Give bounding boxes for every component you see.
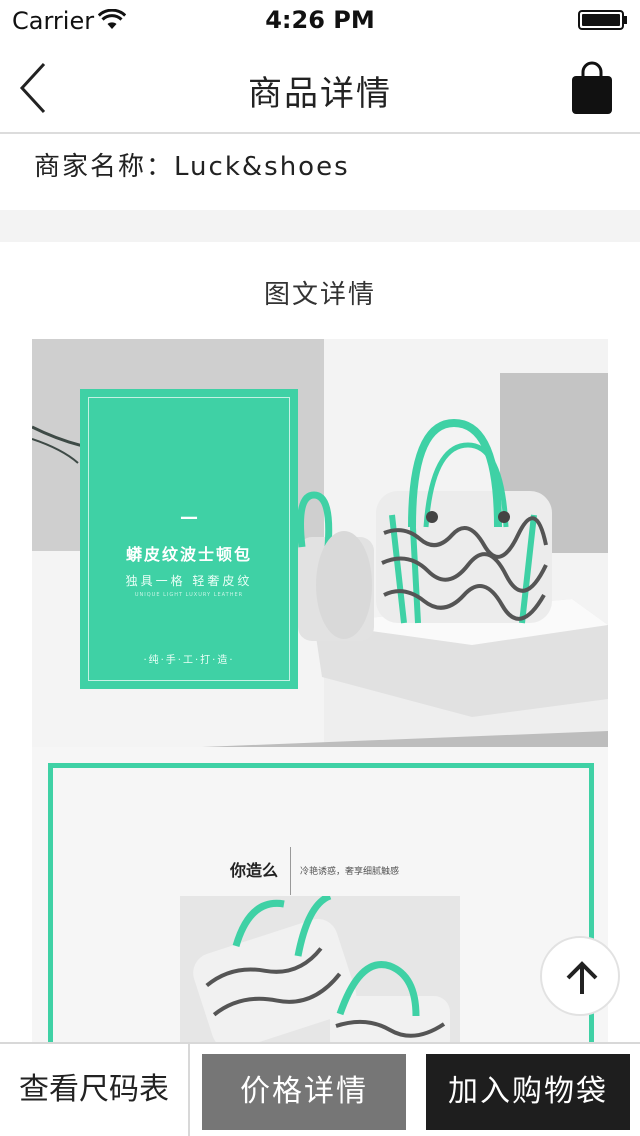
product-feature-panel: 你造么 冷艳诱惑，奢享细腻触感 — [32, 747, 608, 1049]
promo-card-subtitle-en: UNIQUE LIGHT LUXURY LEATHER — [134, 592, 244, 598]
slogan-divider — [290, 847, 291, 895]
status-bar: Carrier 4:26 PM — [0, 0, 640, 40]
promo-card-subtitle: 独具一格 轻奢皮纹 — [125, 574, 253, 588]
bottom-toolbar: 查看尺码表 价格详情 加入购物袋 — [0, 1042, 640, 1136]
bag-illustration — [180, 896, 460, 1049]
promo-card-footer: ·纯·手·工·打·造· — [143, 655, 235, 666]
add-to-bag-button[interactable]: 加入购物袋 — [426, 1054, 630, 1130]
scroll-to-top-button[interactable] — [540, 936, 620, 1016]
size-chart-button[interactable]: 查看尺码表 — [0, 1044, 190, 1136]
price-detail-button[interactable]: 价格详情 — [202, 1054, 406, 1130]
merchant-label: 商家名称： — [34, 152, 175, 182]
battery-icon — [578, 10, 627, 30]
section-divider — [0, 210, 640, 242]
shopping-bag-icon — [572, 61, 612, 114]
promo-card-title: 蟒皮纹波士顿包 — [125, 545, 252, 564]
arrow-up-icon — [566, 961, 598, 994]
product-detail-image: — 蟒皮纹波士顿包 独具一格 轻奢皮纹 UNIQUE LIGHT LUXURY … — [32, 339, 608, 1049]
merchant-info: 商家名称：Luck&shoes — [34, 146, 350, 183]
slogan-text: 冷艳诱惑，奢享细腻触感 — [300, 867, 400, 877]
product-banner: — 蟒皮纹波士顿包 独具一格 轻奢皮纹 UNIQUE LIGHT LUXURY … — [32, 339, 608, 747]
section-title: 图文详情 — [263, 280, 376, 310]
product-photo — [180, 896, 460, 1049]
promo-card-dash: — — [180, 507, 198, 528]
shopping-bag-button[interactable] — [570, 60, 614, 116]
merchant-name: Luck&shoes — [174, 152, 350, 182]
nav-bar: 商品详情 — [0, 40, 640, 134]
slogan-title: 你造么 — [230, 861, 279, 880]
promo-card: — 蟒皮纹波士顿包 独具一格 轻奢皮纹 UNIQUE LIGHT LUXURY … — [80, 389, 298, 689]
page-title: 商品详情 — [248, 74, 392, 114]
status-time: 4:26 PM — [265, 6, 375, 34]
